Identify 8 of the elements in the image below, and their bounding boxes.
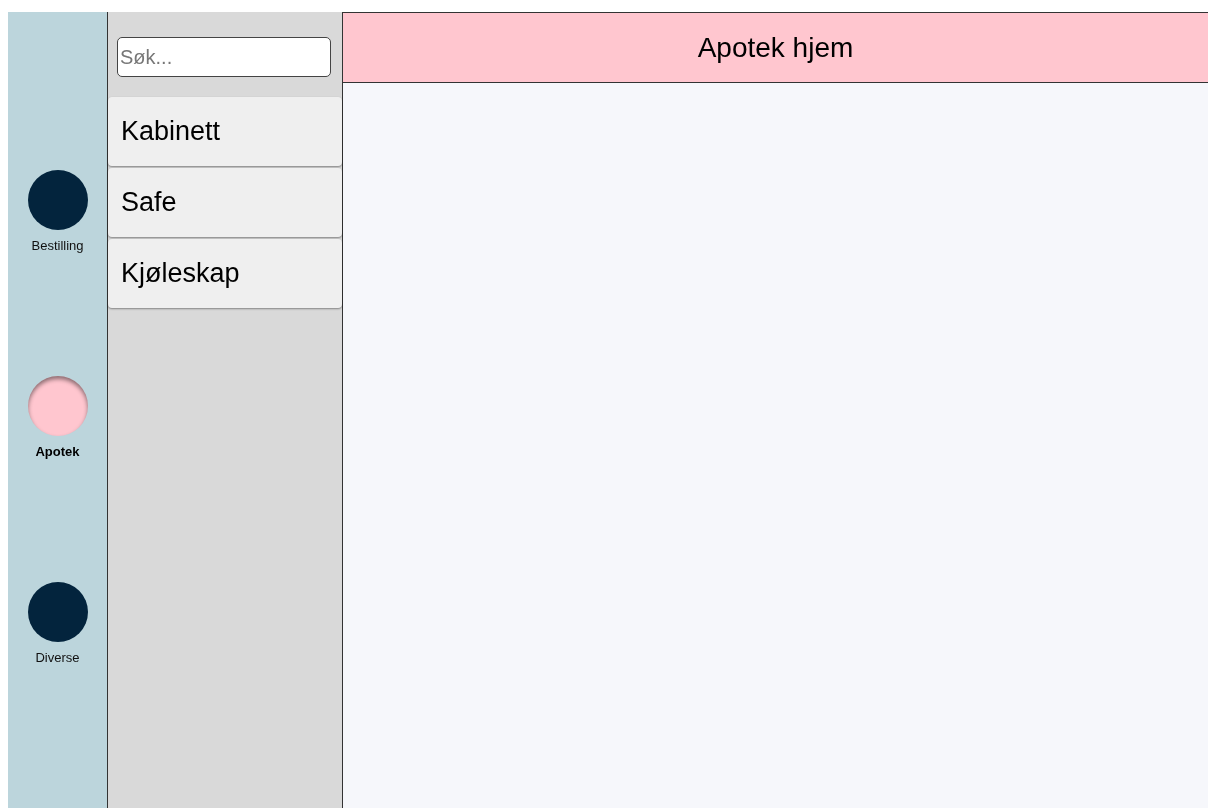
page-title: Apotek hjem: [697, 30, 854, 65]
nav-item[interactable]: Apotek: [27, 376, 88, 582]
nav-item[interactable]: Diverse: [27, 582, 88, 788]
nav-item[interactable]: Bestilling: [27, 170, 88, 376]
list-item[interactable]: Safe: [108, 168, 342, 237]
list-item[interactable]: Kjøleskap: [108, 239, 342, 308]
list-item[interactable]: Kabinett: [108, 97, 342, 166]
search-field[interactable]: Søk...: [117, 37, 331, 77]
